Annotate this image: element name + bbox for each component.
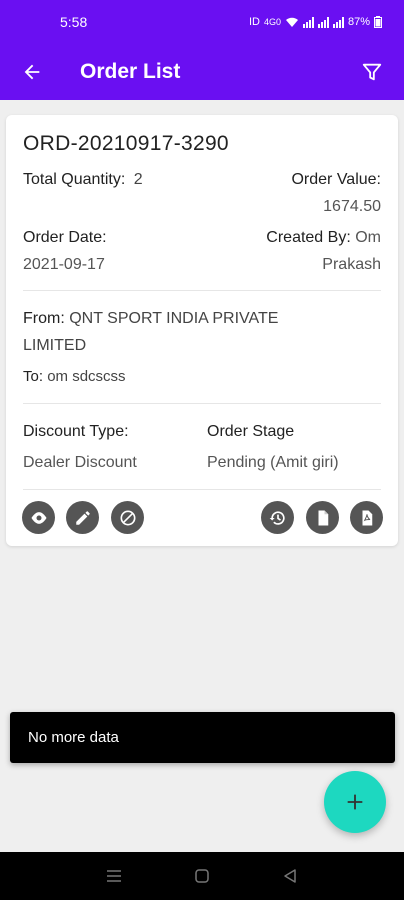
recents-button[interactable] [94,856,134,896]
edit-icon [75,510,90,525]
created-by: Created By: Om [266,229,381,247]
signal-icon-3 [332,16,344,28]
battery-icon [374,16,382,28]
from-line-1: From: QNT SPORT INDIA PRIVATE [23,310,278,328]
order-id: ORD-20210917-3290 [23,132,229,155]
total-quantity-value: 2 [133,171,143,188]
status-bar: 5:58 ID 4G0 87% [0,0,404,44]
history-icon [269,510,285,525]
from-value: QNT SPORT INDIA PRIVATE [69,310,279,327]
divider [23,489,381,490]
divider [23,290,381,291]
order-card[interactable]: ORD-20210917-3290 Total Quantity: 2 Orde… [6,115,398,546]
order-date: 2021-09-17 [23,256,105,273]
home-icon [195,869,209,883]
order-value-label: Order Value: [291,171,381,188]
order-stage: Pending (Amit giri) [207,454,339,471]
edit-button[interactable] [66,501,99,534]
add-order-button[interactable] [324,771,386,833]
document-icon [318,510,328,525]
toast-text: No more data [28,729,119,746]
recents-icon [107,870,121,882]
network-label: ID [248,16,260,28]
to-line: To: om sdcscss [23,368,126,385]
speed-label: 4G0 [263,17,281,27]
toast-message: No more data [10,712,395,763]
home-button[interactable] [182,856,222,896]
view-button[interactable] [22,501,55,534]
pdf-button[interactable] [350,501,383,534]
discount-type-label: Discount Type: [23,423,129,440]
to-label: To: [23,368,44,385]
system-nav-bar [0,852,404,900]
signal-icon-2 [317,16,329,28]
page-title: Order List [80,60,181,83]
arrow-left-icon [24,64,40,80]
back-icon [284,869,296,883]
filter-icon [362,63,382,81]
from-label: From: [23,310,65,327]
total-quantity-label: Total Quantity: [23,171,126,188]
to-value: om sdcscss [47,368,126,385]
order-date-label: Order Date: [23,229,107,246]
divider [23,403,381,404]
discount-type: Dealer Discount [23,454,137,471]
order-value: 1674.50 [323,198,381,215]
history-button[interactable] [261,501,294,534]
cancel-icon [120,510,135,525]
created-by-first: Om [355,229,381,246]
pdf-icon [362,510,372,525]
status-time: 5:58 [60,14,88,30]
cancel-button[interactable] [111,501,144,534]
document-button[interactable] [306,501,339,534]
system-back-button[interactable] [270,856,310,896]
total-quantity: Total Quantity: 2 [23,171,143,189]
signal-icon [302,16,314,28]
view-icon [31,511,46,524]
wifi-icon [285,17,298,27]
battery-percent: 87% [347,16,370,28]
status-icons: ID 4G0 87% [249,16,382,28]
back-button[interactable] [12,52,52,92]
created-by-rest: Prakash [322,256,381,273]
plus-icon [347,794,363,810]
app-bar: Order List [0,44,404,100]
from-line-2: LIMITED [23,337,87,354]
order-stage-label: Order Stage [207,423,295,440]
created-by-label: Created By: [266,229,351,246]
filter-button[interactable] [352,52,392,92]
